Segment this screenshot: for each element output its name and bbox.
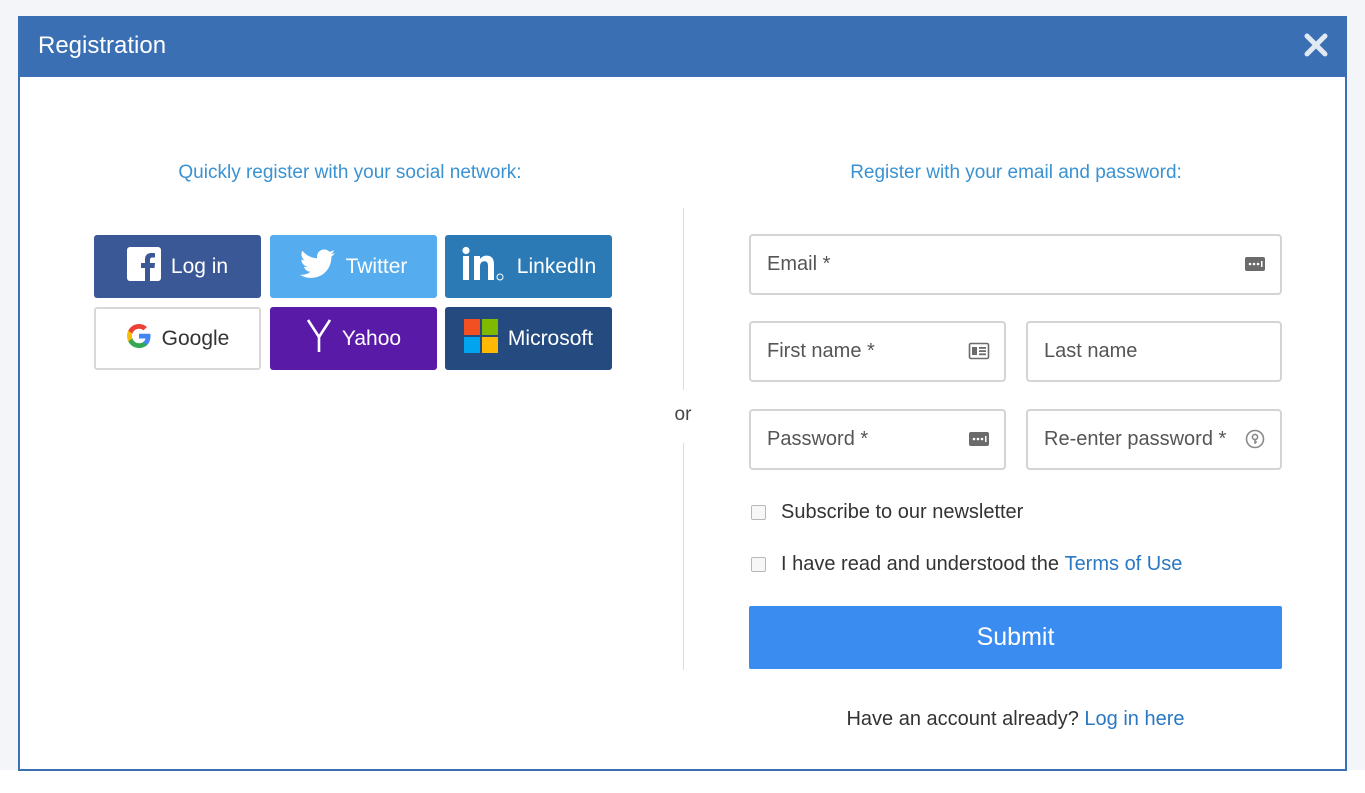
microsoft-login-button[interactable]: Microsoft <box>445 307 612 370</box>
newsletter-row: Subscribe to our newsletter <box>751 501 1023 524</box>
last-name-field[interactable] <box>1026 321 1282 382</box>
modal-title: Registration <box>38 32 167 59</box>
key-icon[interactable] <box>1244 428 1266 450</box>
login-prompt: Have an account already? Log in here <box>749 708 1282 731</box>
page-backdrop-strip <box>0 770 1365 793</box>
login-here-link[interactable]: Log in here <box>1084 708 1184 730</box>
terms-of-use-link[interactable]: Terms of Use <box>1065 553 1183 576</box>
newsletter-label: Subscribe to our newsletter <box>781 501 1024 523</box>
password-manager-icon[interactable] <box>1244 253 1266 275</box>
microsoft-icon <box>463 318 498 359</box>
google-label: Google <box>161 326 230 350</box>
social-heading: Quickly register with your social networ… <box>178 162 522 183</box>
twitter-login-button[interactable]: Twitter <box>270 235 437 298</box>
microsoft-label: Microsoft <box>507 326 594 350</box>
twitter-label: Twitter <box>345 254 408 278</box>
reenter-password-field[interactable] <box>1026 409 1282 470</box>
google-login-button[interactable]: Google <box>94 307 261 370</box>
terms-row: I have read and understood the Terms of … <box>751 553 1182 576</box>
form-heading: Register with your email and password: <box>850 162 1182 183</box>
registration-modal: Registration Quickly register with your … <box>18 16 1347 771</box>
email-input[interactable] <box>767 236 1236 293</box>
submit-button[interactable]: Submit <box>749 606 1282 669</box>
last-name-input[interactable] <box>1044 323 1236 380</box>
first-name-input[interactable] <box>767 323 960 380</box>
linkedin-label: LinkedIn <box>516 254 597 278</box>
linkedin-icon <box>461 246 507 288</box>
divider-line <box>683 208 684 390</box>
password-input[interactable] <box>767 411 960 468</box>
google-icon <box>126 323 152 355</box>
facebook-label: Log in <box>170 254 229 278</box>
twitter-icon <box>299 249 336 285</box>
facebook-icon <box>126 246 161 287</box>
facebook-login-button[interactable]: Log in <box>94 235 261 298</box>
contact-card-icon[interactable] <box>968 340 990 362</box>
password-manager-icon[interactable] <box>968 428 990 450</box>
yahoo-icon <box>306 318 332 360</box>
reenter-password-input[interactable] <box>1044 411 1236 468</box>
terms-checkbox[interactable] <box>751 557 766 572</box>
divider-line <box>683 443 684 670</box>
password-field[interactable] <box>749 409 1006 470</box>
first-name-field[interactable] <box>749 321 1006 382</box>
yahoo-label: Yahoo <box>341 326 402 350</box>
account-prompt-text: Have an account already? <box>846 708 1079 730</box>
terms-label: I have read and understood the <box>781 553 1059 575</box>
close-icon[interactable] <box>1301 30 1331 60</box>
email-field[interactable] <box>749 234 1282 295</box>
modal-header: Registration <box>20 18 1345 77</box>
or-separator: or <box>674 404 692 425</box>
yahoo-login-button[interactable]: Yahoo <box>270 307 437 370</box>
linkedin-login-button[interactable]: LinkedIn <box>445 235 612 298</box>
newsletter-checkbox[interactable] <box>751 505 766 520</box>
